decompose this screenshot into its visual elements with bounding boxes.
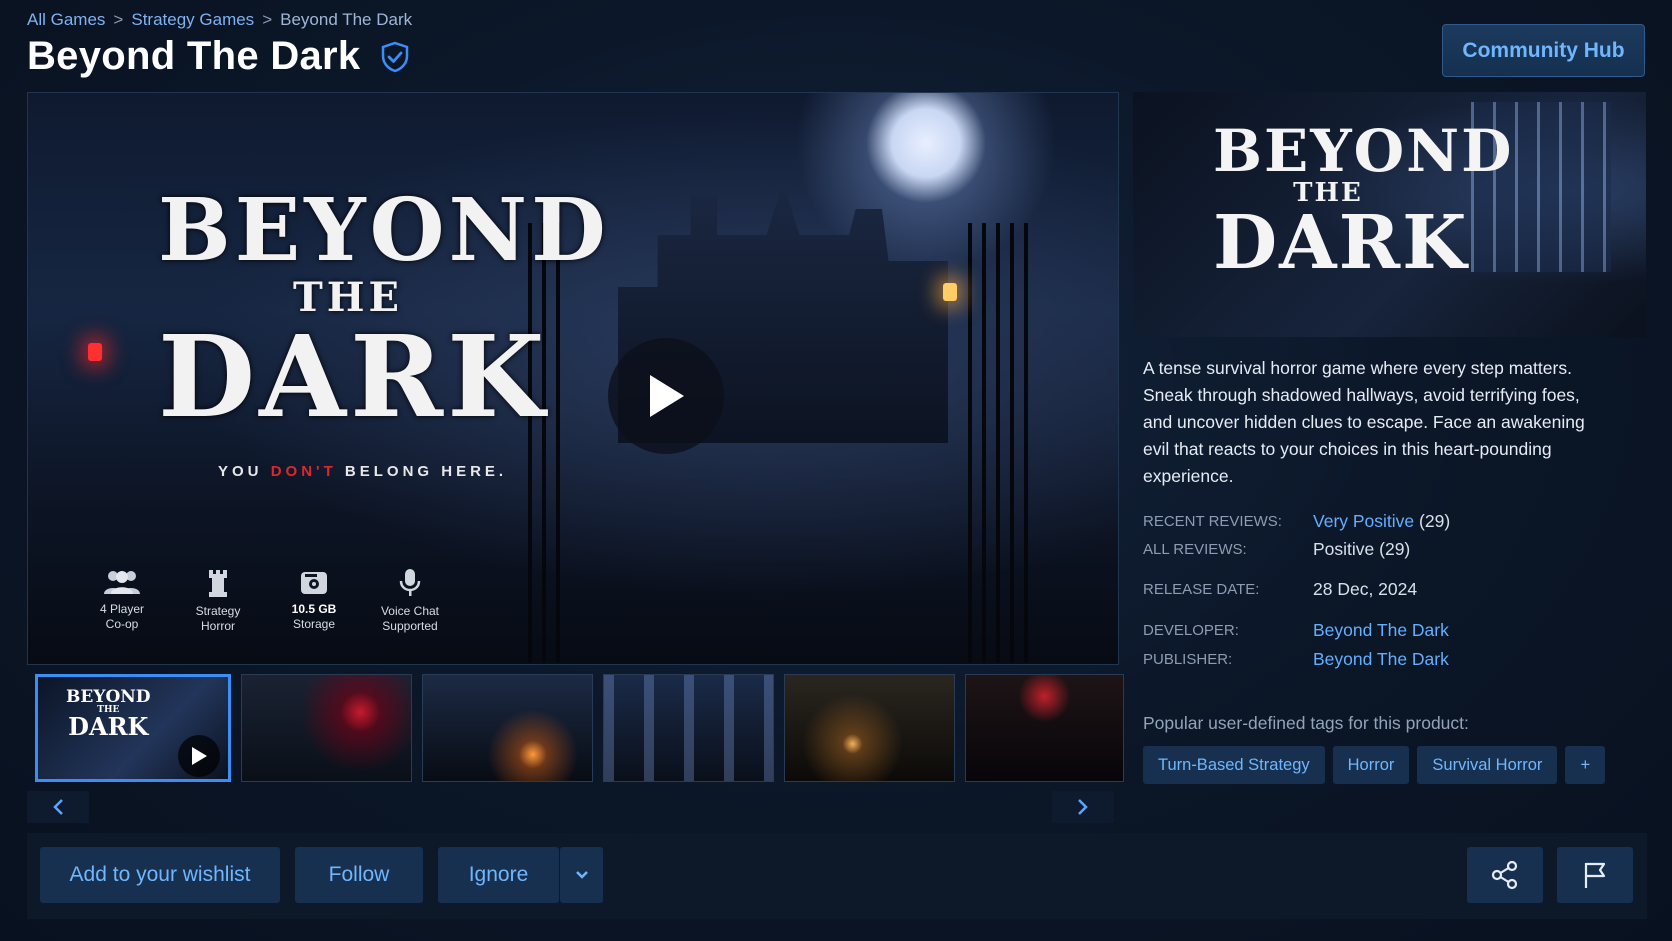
thumbnail-screenshot[interactable] [422, 674, 593, 782]
gate-right-artwork [968, 223, 1038, 663]
feature-item: Strategy Horror [184, 568, 252, 634]
tagline-highlight: DON'T [270, 463, 337, 480]
tagline-pre: YOU [218, 463, 271, 480]
feature-item: 10.5 GB Storage [280, 568, 348, 634]
recent-reviews-count: (29) [1419, 511, 1451, 531]
feature-line2: Supported [382, 619, 438, 633]
publisher-link[interactable]: Beyond The Dark [1313, 649, 1449, 670]
feature-list: 4 Player Co-op Strategy Horror 10.5 GB S… [88, 568, 444, 634]
hero-logo-line: DARK [158, 312, 549, 443]
publisher-label: PUBLISHER: [1143, 651, 1233, 668]
ignore-button[interactable]: Ignore [438, 847, 559, 903]
feature-size: 10.5 GB [291, 602, 337, 616]
breadcrumb-current[interactable]: Beyond The Dark [280, 10, 412, 30]
hero-logo: BEYOND THE DARK [158, 180, 610, 443]
share-icon [1491, 860, 1518, 890]
report-button[interactable] [1557, 847, 1633, 903]
play-icon [192, 747, 207, 765]
share-button[interactable] [1467, 847, 1543, 903]
capsule-logo-line: BEYOND [1213, 117, 1514, 185]
hero-tagline: YOU DON'T BELONG HERE. [218, 463, 507, 480]
main-media-player[interactable]: BEYOND THE DARK YOU DON'T BELONG HERE. 4… [27, 92, 1119, 665]
breadcrumb-strategy-games[interactable]: Strategy Games [131, 10, 254, 30]
ignore-options-dropdown[interactable] [560, 847, 603, 903]
feature-line1: Strategy [195, 604, 241, 618]
thumbnail-screenshot[interactable] [965, 674, 1124, 782]
storage-icon [301, 572, 327, 594]
thumbnail-logo: BEYOND THE DARK [66, 689, 151, 739]
add-tag-button[interactable]: + [1565, 746, 1606, 784]
recent-reviews-label: RECENT REVIEWS: [1143, 513, 1282, 530]
feature-line2: Horror [200, 619, 235, 633]
thumbnail-play-button [178, 735, 220, 777]
chevron-right-icon [1078, 799, 1088, 815]
feature-line1: 4 Player [99, 602, 145, 616]
feature-line1: 10.5 GB [280, 602, 348, 617]
thumbnail-strip: BEYOND THE DARK [35, 674, 1124, 782]
group-icon [104, 571, 140, 594]
chevron-down-icon [575, 871, 588, 879]
thumbnail-logo-line: DARK [68, 712, 149, 741]
feature-line2: Co-op [105, 617, 139, 631]
thumbnail-video[interactable]: BEYOND THE DARK [35, 674, 231, 782]
breadcrumb-all-games[interactable]: All Games [27, 10, 105, 30]
all-reviews-value: Positive (29) [1313, 539, 1411, 559]
all-reviews-label: ALL REVIEWS: [1143, 541, 1247, 558]
capsule-logo: BEYOND THE DARK [1213, 117, 1514, 286]
chevron-left-icon [53, 799, 63, 815]
thumbnail-screenshot[interactable] [603, 674, 774, 782]
tower-icon [209, 570, 227, 597]
microphone-icon [399, 569, 421, 596]
red-lamp-artwork [88, 343, 102, 361]
capsule-image: BEYOND THE DARK [1133, 92, 1646, 337]
developer-link[interactable]: Beyond The Dark [1313, 620, 1449, 641]
community-hub-button[interactable]: Community Hub [1442, 24, 1645, 77]
thumbnail-screenshot[interactable] [784, 674, 955, 782]
tag-list: Turn-Based Strategy Horror Survival Horr… [1143, 746, 1606, 784]
lamp-artwork [943, 283, 957, 301]
verified-shield-icon [382, 41, 409, 72]
title-row: Beyond The Dark [27, 34, 410, 79]
play-icon [650, 375, 684, 417]
hero-logo-line: BEYOND [158, 180, 610, 281]
developer-label: DEVELOPER: [1143, 622, 1239, 639]
flag-icon [1584, 862, 1606, 888]
release-date-value: 28 Dec, 2024 [1313, 579, 1418, 599]
recent-reviews-link[interactable]: Very Positive [1313, 511, 1414, 531]
tag-horror[interactable]: Horror [1332, 746, 1410, 784]
feature-line2: Storage [292, 617, 336, 631]
thumbnail-next-button[interactable] [1052, 791, 1114, 823]
tagline-post: BELONG HERE. [336, 463, 508, 480]
game-description: A tense survival horror game where every… [1143, 358, 1585, 486]
page-title: Beyond The Dark [27, 34, 361, 78]
capsule-logo-line: DARK [1213, 200, 1469, 286]
feature-line1: Voice Chat [380, 604, 440, 618]
feature-item: 4 Player Co-op [88, 568, 156, 634]
play-video-button[interactable] [608, 338, 724, 454]
thumbnail-prev-button[interactable] [27, 791, 89, 823]
follow-button[interactable]: Follow [295, 847, 423, 903]
add-to-wishlist-button[interactable]: Add to your wishlist [40, 847, 280, 903]
tag-turn-based-strategy[interactable]: Turn-Based Strategy [1143, 746, 1325, 784]
tags-label: Popular user-defined tags for this produ… [1143, 713, 1469, 733]
tag-survival-horror[interactable]: Survival Horror [1417, 746, 1558, 784]
thumbnail-screenshot[interactable] [241, 674, 412, 782]
recent-reviews-summary: Very Positive (29) [1313, 511, 1450, 532]
breadcrumb-separator: > [113, 10, 124, 29]
breadcrumb-separator: > [262, 10, 273, 29]
breadcrumb: All Games > Strategy Games > Beyond The … [27, 10, 412, 30]
release-date-label: RELEASE DATE: [1143, 581, 1260, 598]
feature-item: Voice Chat Supported [376, 568, 444, 634]
thumbnail-logo-line: BEYOND [66, 687, 151, 707]
